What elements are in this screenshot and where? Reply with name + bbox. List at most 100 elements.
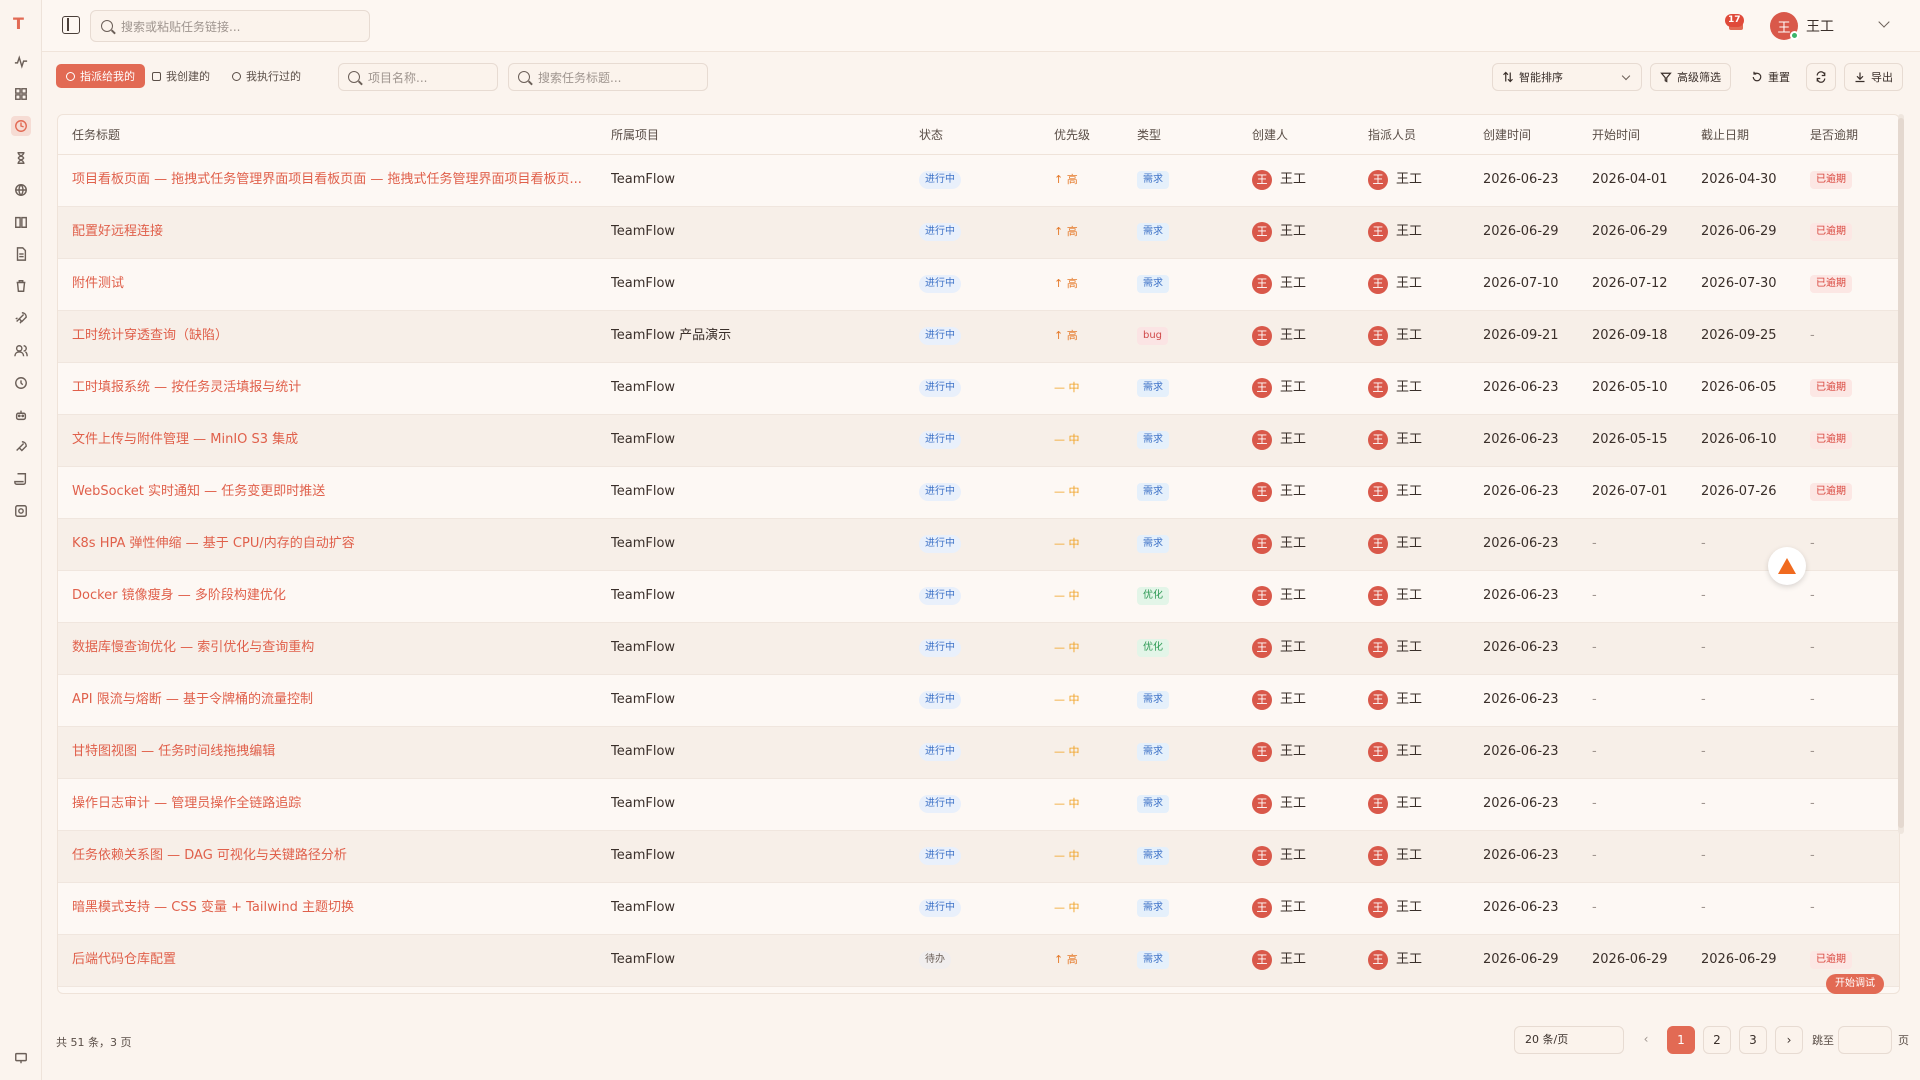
settings-panel-icon[interactable] bbox=[11, 501, 31, 521]
dashboard-icon[interactable] bbox=[11, 84, 31, 104]
scroll-icon[interactable] bbox=[11, 469, 31, 489]
hourglass-icon[interactable] bbox=[11, 148, 31, 168]
type-cell: 需求 bbox=[1137, 207, 1237, 259]
task-title-cell[interactable]: 任务依赖关系图 — DAG 可视化与关键路径分析 bbox=[72, 831, 592, 883]
advanced-filter-button[interactable]: 高级筛选 bbox=[1650, 63, 1731, 91]
page-button-2[interactable]: 2 bbox=[1703, 1026, 1731, 1054]
due-date-cell: - bbox=[1701, 796, 1706, 811]
task-title-search-input[interactable]: 搜索任务标题... bbox=[508, 63, 708, 91]
table-row[interactable]: 工时填报系统 — 按任务灵活填报与统计 TeamFlow 进行中 — 中需求王王工王王… bbox=[58, 363, 1899, 415]
column-header[interactable]: 创建时间 bbox=[1483, 115, 1531, 155]
table-row[interactable]: WebSocket 实时通知 — 任务变更即时推送 TeamFlow 进行中 — 中需… bbox=[58, 467, 1899, 519]
table-row[interactable]: Docker 镜像瘦身 — 多阶段构建优化 TeamFlow 进行中 — 中优化王王工… bbox=[58, 571, 1899, 623]
table-row[interactable]: 数据库慢查询优化 — 索引优化与查询重构 TeamFlow 进行中 — 中优化王王工王… bbox=[58, 623, 1899, 675]
task-title-cell[interactable]: 项目看板页面 — 拖拽式任务管理界面项目看板页面 — 拖拽式任务管理界面项目看板… bbox=[72, 155, 592, 207]
page-size-select[interactable]: 20 条/页 bbox=[1514, 1026, 1624, 1054]
table-row[interactable]: API 限流与熔断 — 基于令牌桶的流量控制 TeamFlow 进行中 — 中需求王王… bbox=[58, 675, 1899, 727]
task-title-cell[interactable]: 工时填报系统 — 按任务灵活填报与统计 bbox=[72, 363, 592, 415]
avatar: 王 bbox=[1252, 169, 1272, 190]
page-button-3[interactable]: 3 bbox=[1739, 1026, 1767, 1054]
task-title-cell[interactable]: 甘特图视图 — 任务时间线拖拽编辑 bbox=[72, 727, 592, 779]
table-row[interactable]: 工时统计穿透查询（缺陷） TeamFlow 产品演示 进行中 ↑ 高 bug 王王工王王工… bbox=[58, 311, 1899, 363]
project-cell: TeamFlow bbox=[611, 796, 676, 811]
table-row[interactable]: 甘特图视图 — 任务时间线拖拽编辑 TeamFlow 进行中 — 中需求王王工王王工 2… bbox=[58, 727, 1899, 779]
app-logo[interactable]: T bbox=[13, 14, 29, 34]
sidebar-toggle-icon[interactable] bbox=[62, 16, 80, 34]
page-button-1[interactable]: 1 bbox=[1667, 1026, 1695, 1054]
status-badge: 进行中 bbox=[919, 222, 961, 241]
tab-executed-by-me[interactable]: 我执行过的 bbox=[222, 64, 311, 88]
task-title-cell[interactable]: 操作日志审计 — 管理员操作全链路追踪 bbox=[72, 779, 592, 831]
task-title-cell[interactable]: API 限流与熔断 — 基于令牌桶的流量控制 bbox=[72, 675, 592, 727]
start-debug-button[interactable]: 开始调试 bbox=[1826, 974, 1884, 994]
column-header[interactable]: 任务标题 bbox=[72, 115, 120, 155]
table-row[interactable]: 文件上传与附件管理 — MinIO S3 集成 TeamFlow 进行中 — 中需求王… bbox=[58, 415, 1899, 467]
table-row[interactable]: K8s HPA 弹性伸缩 — 基于 CPU/内存的自动扩容 TeamFlow 进行中… bbox=[58, 519, 1899, 571]
task-title-cell[interactable]: 暗黑模式支持 — CSS 变量 + Tailwind 主题切换 bbox=[72, 883, 592, 935]
trash-icon[interactable] bbox=[11, 276, 31, 296]
task-title-cell[interactable]: WebSocket 实时通知 — 任务变更即时推送 bbox=[72, 467, 592, 519]
screen-icon[interactable] bbox=[11, 1048, 31, 1068]
column-header[interactable]: 是否逾期 bbox=[1810, 115, 1858, 155]
jump-label: 跳至 bbox=[1812, 1034, 1834, 1047]
task-title-cell[interactable]: 数据库慢查询优化 — 索引优化与查询重构 bbox=[72, 623, 592, 675]
book-icon[interactable] bbox=[11, 212, 31, 232]
table-row[interactable]: 任务依赖关系图 — DAG 可视化与关键路径分析 TeamFlow 进行中 — 中需求… bbox=[58, 831, 1899, 883]
table-row[interactable]: 后端代码仓库配置 TeamFlow 待办 ↑ 高需求王王工王王工 2026-06-29 2… bbox=[58, 935, 1899, 987]
document-icon[interactable] bbox=[11, 244, 31, 264]
user-name[interactable]: 王工 bbox=[1806, 16, 1834, 36]
assignee-cell: 王王工 bbox=[1368, 415, 1478, 467]
jump-page-input[interactable] bbox=[1838, 1026, 1892, 1054]
column-header[interactable]: 指派人员 bbox=[1368, 115, 1416, 155]
launch-icon[interactable] bbox=[11, 437, 31, 457]
clock-icon[interactable] bbox=[11, 116, 31, 136]
robot-icon[interactable] bbox=[11, 405, 31, 425]
prev-page-button[interactable]: ‹ bbox=[1632, 1026, 1660, 1054]
type-badge: 需求 bbox=[1137, 950, 1169, 969]
column-header[interactable]: 类型 bbox=[1137, 115, 1161, 155]
scrollbar-thumb[interactable] bbox=[1898, 118, 1904, 828]
table-row[interactable]: 项目看板页面 — 拖拽式任务管理界面项目看板页面 — 拖拽式任务管理界面项目看板… bbox=[58, 155, 1899, 207]
tab-assigned-to-me[interactable]: 指派给我的 bbox=[56, 64, 145, 88]
next-page-button[interactable]: › bbox=[1775, 1026, 1803, 1054]
table-row[interactable]: 操作日志审计 — 管理员操作全链路追踪 TeamFlow 进行中 — 中需求王王工王王… bbox=[58, 779, 1899, 831]
refresh-button[interactable] bbox=[1806, 63, 1836, 91]
users-icon[interactable] bbox=[11, 341, 31, 361]
column-header[interactable]: 状态 bbox=[919, 115, 943, 155]
task-title-cell[interactable]: K8s HPA 弹性伸缩 — 基于 CPU/内存的自动扩容 bbox=[72, 519, 592, 571]
task-title-cell[interactable]: 配置好远程连接 bbox=[72, 207, 592, 259]
task-title-cell[interactable]: Docker 镜像瘦身 — 多阶段构建优化 bbox=[72, 571, 592, 623]
start-date-cell: - bbox=[1592, 848, 1597, 863]
column-header[interactable]: 优先级 bbox=[1054, 115, 1090, 155]
rocket-icon[interactable] bbox=[11, 308, 31, 328]
table-row[interactable]: 暗黑模式支持 — CSS 变量 + Tailwind 主题切换 TeamFlow 进… bbox=[58, 883, 1899, 935]
activity-icon[interactable] bbox=[11, 52, 31, 72]
column-header[interactable]: 所属项目 bbox=[611, 115, 659, 155]
task-title-cell[interactable]: 文件上传与附件管理 — MinIO S3 集成 bbox=[72, 415, 592, 467]
history-icon[interactable] bbox=[11, 373, 31, 393]
column-header[interactable]: 截止日期 bbox=[1701, 115, 1749, 155]
global-search-input[interactable]: 搜索或粘贴任务链接... bbox=[90, 10, 370, 42]
tab-created-by-me[interactable]: 我创建的 bbox=[142, 64, 220, 88]
project-cell: TeamFlow bbox=[611, 172, 676, 187]
task-title-cell[interactable]: 附件测试 bbox=[72, 259, 592, 311]
creator-cell: 王王工 bbox=[1252, 675, 1362, 727]
warning-float-button[interactable] bbox=[1768, 547, 1806, 585]
sort-select[interactable]: 智能排序 bbox=[1492, 63, 1642, 91]
globe-icon[interactable] bbox=[11, 180, 31, 200]
created-date-cell: 2026-07-10 bbox=[1483, 276, 1559, 291]
assignee-cell: 王王工 bbox=[1368, 467, 1478, 519]
avatar: 王 bbox=[1368, 325, 1388, 346]
export-button[interactable]: 导出 bbox=[1844, 63, 1903, 91]
reset-label: 重置 bbox=[1768, 71, 1790, 84]
project-name-input[interactable]: 项目名称... bbox=[338, 63, 498, 91]
advanced-filter-label: 高级筛选 bbox=[1677, 71, 1721, 84]
task-title-cell[interactable]: 后端代码仓库配置 bbox=[72, 935, 592, 987]
created-date-cell: 2026-06-23 bbox=[1483, 432, 1559, 447]
task-title-cell[interactable]: 工时统计穿透查询（缺陷） bbox=[72, 311, 592, 363]
table-row[interactable]: 附件测试 TeamFlow 进行中 ↑ 高需求王王工王王工 2026-07-10 2026… bbox=[58, 259, 1899, 311]
table-row[interactable]: 配置好远程连接 TeamFlow 进行中 ↑ 高需求王王工王王工 2026-06-29 2… bbox=[58, 207, 1899, 259]
column-header[interactable]: 创建人 bbox=[1252, 115, 1288, 155]
column-header[interactable]: 开始时间 bbox=[1592, 115, 1640, 155]
reset-button[interactable]: 重置 bbox=[1742, 63, 1799, 91]
